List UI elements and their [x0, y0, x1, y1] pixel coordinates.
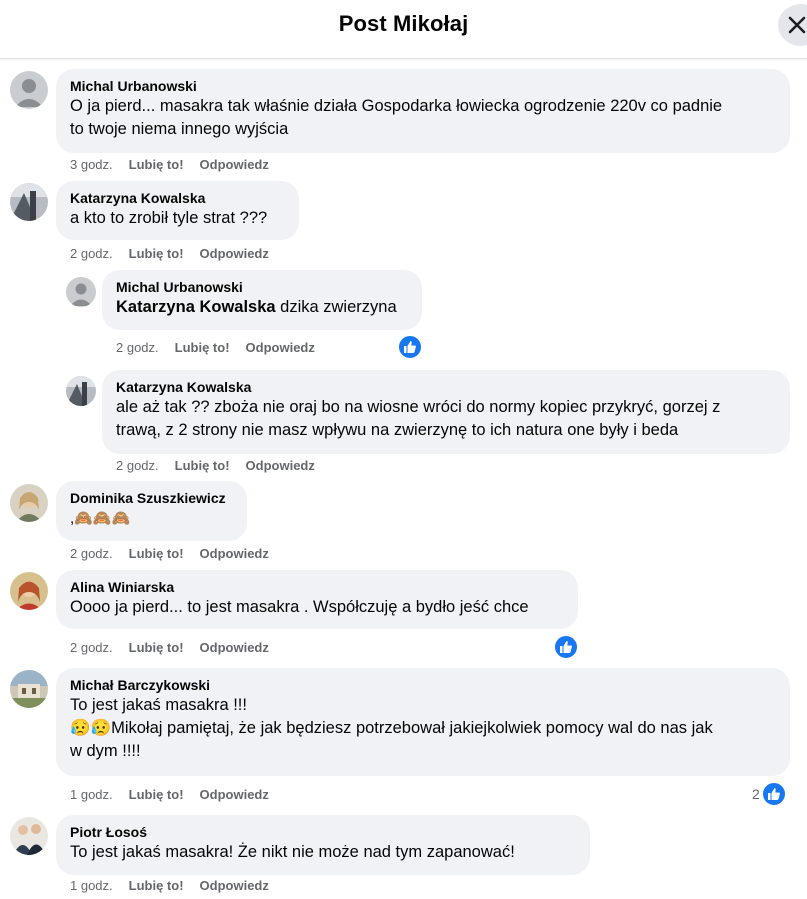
comment-time[interactable]: 2 godz. — [70, 640, 113, 655]
comment-text: Oooo ja pierd... to jest masakra . Współ… — [70, 598, 529, 616]
comment-author[interactable]: Katarzyna Kowalska — [70, 189, 285, 207]
avatar-default[interactable] — [10, 71, 48, 109]
comment-text: w dym !!!! — [70, 742, 141, 760]
comment-text: trawą, z 2 strony nie masz wpływu na zwi… — [116, 421, 679, 439]
comment-author[interactable]: Piotr Łosoś — [70, 823, 576, 841]
comment-time[interactable]: 2 godz. — [70, 546, 113, 561]
reply-button[interactable]: Odpowiedz — [200, 878, 269, 893]
page-title: Post Mikołaj — [338, 11, 469, 36]
like-button[interactable]: Lubię to! — [129, 640, 184, 655]
comment-text: To jest jakaś masakra! Że nikt nie może … — [70, 843, 515, 861]
comment-actions: 2 godz. Lubię to! Odpowiedz — [116, 340, 331, 355]
comment-bubble: Alina Winiarska Oooo ja pierd... to jest… — [56, 570, 578, 629]
reply-button[interactable]: Odpowiedz — [200, 157, 269, 172]
like-reaction-icon[interactable] — [761, 781, 787, 807]
like-button[interactable]: Lubię to! — [129, 787, 184, 802]
comment-text: O ja pierd... masakra tak właśnie działa… — [70, 97, 723, 115]
comment-time[interactable]: 1 godz. — [70, 787, 113, 802]
like-button[interactable]: Lubię to! — [129, 157, 184, 172]
mention-link[interactable]: Katarzyna Kowalska — [116, 298, 276, 316]
comment-actions: 2 godz. Lubię to! Odpowiedz — [116, 458, 331, 473]
avatar[interactable] — [10, 484, 48, 522]
avatar-default[interactable] — [66, 277, 96, 307]
comment-bubble: Michal Urbanowski Katarzyna Kowalska dzi… — [102, 270, 422, 330]
comment-actions: 2 godz. Lubię to! Odpowiedz — [70, 546, 285, 561]
like-button[interactable]: Lubię to! — [129, 246, 184, 261]
like-button[interactable]: Lubię to! — [129, 878, 184, 893]
comment-author[interactable]: Michal Urbanowski — [116, 278, 408, 296]
comment-bubble: Michał Barczykowski To jest jakaś masakr… — [56, 668, 790, 776]
comment-text: ,🙈🙈🙈 — [70, 510, 131, 527]
reply-button[interactable]: Odpowiedz — [200, 246, 269, 261]
comment-actions: 1 godz. Lubię to! Odpowiedz — [70, 878, 285, 893]
close-icon — [788, 16, 806, 34]
like-button[interactable]: Lubię to! — [129, 546, 184, 561]
comment-time[interactable]: 1 godz. — [70, 878, 113, 893]
comment-time[interactable]: 2 godz. — [116, 340, 159, 355]
comment-bubble: Michal Urbanowski O ja pierd... masakra … — [56, 69, 790, 153]
like-button[interactable]: Lubię to! — [175, 458, 230, 473]
like-reaction-icon[interactable] — [553, 634, 579, 660]
comment-author[interactable]: Katarzyna Kowalska — [116, 378, 776, 396]
comment-actions: 2 godz. Lubię to! Odpowiedz — [70, 246, 285, 261]
reply-button[interactable]: Odpowiedz — [200, 640, 269, 655]
dialog-header: Post Mikołaj — [0, 0, 807, 59]
like-reaction-icon[interactable] — [397, 334, 423, 360]
like-count[interactable]: 2 — [752, 786, 760, 802]
comment-text: to twoje niema innego wyjścia — [70, 120, 289, 138]
comment-time[interactable]: 2 godz. — [116, 458, 159, 473]
comment-text: ale aż tak ?? zboża nie oraj bo na wiosn… — [116, 398, 721, 416]
comment-actions: 2 godz. Lubię to! Odpowiedz — [70, 640, 285, 655]
comment-text: To jest jakaś masakra !!! — [70, 696, 247, 714]
comment-text: 😥😥Mikołaj pamiętaj, że jak będziesz potr… — [70, 719, 713, 737]
comment-author[interactable]: Michal Urbanowski — [70, 77, 776, 95]
reply-button[interactable]: Odpowiedz — [246, 340, 315, 355]
comment-bubble: Piotr Łosoś To jest jakaś masakra! Że ni… — [56, 815, 590, 875]
comment-author[interactable]: Dominika Szuszkiewicz — [70, 489, 233, 507]
reply-button[interactable]: Odpowiedz — [200, 787, 269, 802]
comment-text: dzika zwierzyna — [275, 298, 397, 316]
reply-button[interactable]: Odpowiedz — [200, 546, 269, 561]
comment-actions: 1 godz. Lubię to! Odpowiedz — [70, 787, 285, 802]
reply-button[interactable]: Odpowiedz — [246, 458, 315, 473]
comment-time[interactable]: 3 godz. — [70, 157, 113, 172]
avatar[interactable] — [10, 183, 48, 221]
comment-time[interactable]: 2 godz. — [70, 246, 113, 261]
comment-text: a kto to zrobił tyle strat ??? — [70, 209, 268, 227]
avatar[interactable] — [66, 376, 96, 406]
avatar[interactable] — [10, 817, 48, 855]
comment-bubble: Katarzyna Kowalska ale aż tak ?? zboża n… — [102, 370, 790, 454]
comment-author[interactable]: Alina Winiarska — [70, 578, 564, 596]
comment-actions: 3 godz. Lubię to! Odpowiedz — [70, 157, 285, 172]
avatar[interactable] — [10, 572, 48, 610]
comment-bubble: Katarzyna Kowalska a kto to zrobił tyle … — [56, 181, 299, 240]
avatar[interactable] — [10, 670, 48, 708]
like-button[interactable]: Lubię to! — [175, 340, 230, 355]
comment-bubble: Dominika Szuszkiewicz ,🙈🙈🙈 — [56, 481, 247, 541]
comment-author[interactable]: Michał Barczykowski — [70, 676, 776, 694]
